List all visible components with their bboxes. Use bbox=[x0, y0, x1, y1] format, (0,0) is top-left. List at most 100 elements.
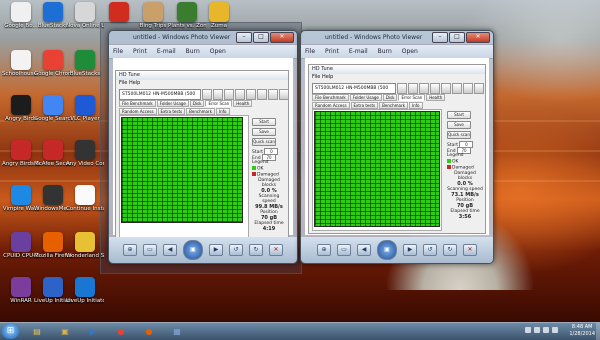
menu-bar: File Print E-mail Burn Open bbox=[301, 44, 493, 59]
liveup-shortcut[interactable]: LiveUp Initiator bbox=[66, 277, 104, 317]
flag-icon[interactable] bbox=[552, 327, 558, 333]
damaged-caption: Damaged blocks bbox=[454, 171, 476, 181]
slideshow-button[interactable]: ▣ bbox=[377, 240, 397, 260]
clock-time: 8:48 AM bbox=[571, 324, 593, 330]
drive-select: ST500LM012 HN-M500MBB (500 gB) bbox=[312, 83, 396, 100]
angry-birds-shortcut[interactable]: Angry Birds bbox=[2, 95, 40, 135]
menu-email[interactable]: E-mail bbox=[349, 48, 368, 55]
explorer-taskbar-icon[interactable]: ▤ bbox=[26, 324, 48, 339]
minimize-button[interactable]: – bbox=[236, 32, 252, 43]
media-player-taskbar-icon[interactable]: ▶ bbox=[82, 324, 104, 339]
menu-open[interactable]: Open bbox=[210, 48, 226, 55]
viewer-controls: ⊕ ▭ ◀ ▣ ▶ ↺ ↻ ✕ bbox=[301, 237, 493, 263]
winrar-icon bbox=[11, 277, 31, 297]
rotate-right-icon[interactable]: ↻ bbox=[249, 244, 263, 256]
next-icon[interactable]: ▶ bbox=[403, 244, 417, 256]
tab-error-scan: Error Scan bbox=[205, 100, 233, 107]
previous-icon[interactable]: ◀ bbox=[357, 244, 371, 256]
video-converter-shortcut[interactable]: Any Video Converter bbox=[66, 140, 104, 180]
tray-arrow-icon[interactable] bbox=[525, 327, 531, 333]
elapsed-value: 4:19 bbox=[262, 226, 276, 232]
hdtune-tabs: File Benchmark Folder Usage Disk Error S… bbox=[312, 94, 482, 109]
minimize-button[interactable]: – bbox=[432, 32, 448, 43]
livehq-icon bbox=[43, 277, 63, 297]
previous-icon[interactable]: ◀ bbox=[163, 244, 177, 256]
rotate-left-icon[interactable]: ↺ bbox=[423, 244, 437, 256]
plants-zombies-icon bbox=[177, 2, 197, 22]
vlc-player-shortcut[interactable]: VLC Player bbox=[66, 95, 104, 135]
photo-viewer-taskbar-icon[interactable]: ▦ bbox=[166, 324, 188, 339]
control-panel-shortcut[interactable]: Continue Installation bbox=[66, 185, 104, 225]
next-icon[interactable]: ▶ bbox=[209, 244, 223, 256]
menu-email[interactable]: E-mail bbox=[157, 48, 176, 55]
menu-print[interactable]: Print bbox=[325, 48, 339, 55]
hdtune-title: HD Tune bbox=[116, 71, 288, 80]
shortcut-label: Wonderland Secret Wo... bbox=[66, 253, 104, 259]
taskbar: ⊞ ▤ ▣ ▶ ● ● ▦ 8:48 AM 1/28/2014 bbox=[0, 322, 600, 340]
damaged-swatch bbox=[252, 172, 256, 176]
raiders-game-icon bbox=[109, 2, 129, 22]
wonderland-shortcut[interactable]: Wonderland Secret Wo... bbox=[66, 232, 104, 272]
rotate-right-icon[interactable]: ↻ bbox=[443, 244, 457, 256]
photo-canvas: HD Tune File Help ST500LM012 HN-M500MBB … bbox=[305, 58, 489, 235]
wonderland-icon bbox=[75, 232, 95, 252]
close-button[interactable]: ✕ bbox=[270, 32, 294, 43]
delete-icon[interactable]: ✕ bbox=[463, 244, 477, 256]
firefox-taskbar-icon[interactable]: ● bbox=[138, 324, 160, 339]
shortcut-label: Bing Trips bbox=[139, 23, 167, 29]
rotate-left-icon[interactable]: ↺ bbox=[229, 244, 243, 256]
menu-burn[interactable]: Burn bbox=[378, 48, 392, 55]
menu-burn[interactable]: Burn bbox=[186, 48, 200, 55]
libraries-taskbar-icon[interactable]: ▣ bbox=[54, 324, 76, 339]
menu-print[interactable]: Print bbox=[133, 48, 147, 55]
slideshow-button[interactable]: ▣ bbox=[183, 240, 203, 260]
network-icon[interactable] bbox=[534, 327, 540, 333]
vlc-player-icon bbox=[75, 95, 95, 115]
menu-open[interactable]: Open bbox=[402, 48, 418, 55]
actual-size-icon[interactable]: ▭ bbox=[143, 244, 157, 256]
elapsed-value: 3:56 bbox=[458, 214, 472, 220]
save-button: Save bbox=[252, 128, 276, 136]
control-panel-icon bbox=[75, 185, 95, 205]
legend-ok: OK bbox=[257, 166, 264, 172]
delete-icon[interactable]: ✕ bbox=[269, 244, 283, 256]
system-tray bbox=[525, 327, 558, 333]
menu-file[interactable]: File bbox=[113, 48, 123, 55]
maximize-button[interactable]: □ bbox=[449, 32, 465, 43]
google-books-icon bbox=[11, 2, 31, 22]
chrome-taskbar-icon[interactable]: ● bbox=[110, 324, 132, 339]
photo-canvas: HD Tune File Help ST500LM012 HN-M500MBB … bbox=[113, 58, 293, 250]
photo-viewer-window-2[interactable]: untitled - Windows Photo Viewer – □ ✕ Fi… bbox=[300, 30, 494, 264]
clock[interactable]: 8:48 AM 1/28/2014 bbox=[569, 324, 595, 338]
nova-launcher-shortcut[interactable]: Nova Online Upgrade bbox=[66, 2, 104, 42]
shortcut-label: LiveUp Initiator bbox=[66, 298, 104, 304]
hdtune-title: HD Tune bbox=[309, 65, 485, 74]
menu-file[interactable]: File bbox=[305, 48, 315, 55]
volume-icon[interactable] bbox=[543, 327, 549, 333]
show-desktop-button[interactable] bbox=[596, 323, 600, 340]
shortcut-label: Angry Birds bbox=[5, 116, 37, 122]
tab-disk: Disk bbox=[189, 100, 205, 107]
tab-extra-tests: Extra tests bbox=[350, 102, 379, 109]
photo-viewer-window-1[interactable]: untitled - Windows Photo Viewer – □ ✕ Fi… bbox=[108, 30, 298, 264]
close-button[interactable]: ✕ bbox=[466, 32, 490, 43]
scan-side-panel: Start Save Quick scan Start 0 End 70 Leg… bbox=[447, 111, 483, 220]
start-button[interactable]: ⊞ bbox=[2, 324, 19, 339]
title-bar[interactable]: untitled - Windows Photo Viewer – □ ✕ bbox=[301, 31, 493, 44]
title-bar[interactable]: untitled - Windows Photo Viewer – □ ✕ bbox=[109, 31, 297, 44]
scan-side-panel: Start Save Quick scan Start 0 End 70 Leg… bbox=[252, 118, 286, 232]
zoom-icon[interactable]: ⊕ bbox=[317, 244, 331, 256]
mcafee-icon bbox=[43, 140, 63, 160]
scan-grid bbox=[121, 117, 243, 223]
hdtune-menu: File Help bbox=[312, 74, 334, 80]
menu-bar: File Print E-mail Burn Open bbox=[109, 44, 297, 59]
bluestacks-app-shortcut[interactable]: BlueStacks bbox=[66, 50, 104, 90]
window-title: untitled - Windows Photo Viewer bbox=[325, 34, 423, 41]
zoom-icon[interactable]: ⊕ bbox=[123, 244, 137, 256]
tab-error-scan: Error Scan bbox=[398, 94, 426, 101]
damaged-swatch bbox=[447, 165, 451, 169]
tab-info: Info bbox=[408, 102, 423, 109]
actual-size-icon[interactable]: ▭ bbox=[337, 244, 351, 256]
angry-birds-icon bbox=[11, 95, 31, 115]
maximize-button[interactable]: □ bbox=[253, 32, 269, 43]
